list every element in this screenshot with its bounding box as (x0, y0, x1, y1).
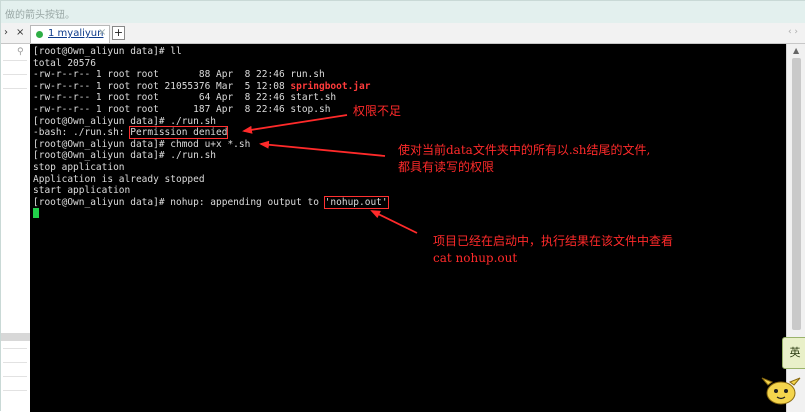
arrow-to-chmod (259, 140, 386, 157)
arrow-to-nohup (370, 210, 418, 234)
arrow-to-permission-denied (242, 114, 348, 134)
ime-indicator[interactable]: 英 (782, 337, 805, 369)
annotation-chmod-line2: 都具有读写的权限 (398, 160, 495, 174)
app-window: 做的箭头按钮。 › × 1 myaliyun × + ‹ › ⚲ [root@O… (0, 0, 805, 412)
annotation-nohup-line1: 项目已经在启动中，执行结果在该文件中查看 (433, 234, 674, 248)
annotation-arrows (242, 114, 418, 234)
mascot-icon (761, 377, 801, 405)
annotation-nohup-line2: cat nohup.out (433, 251, 518, 265)
annotation-permission: 权限不足 (353, 104, 402, 118)
annotation-chmod-line1: 使对当前data文件夹中的所有以.sh结尾的文件, (398, 143, 651, 157)
